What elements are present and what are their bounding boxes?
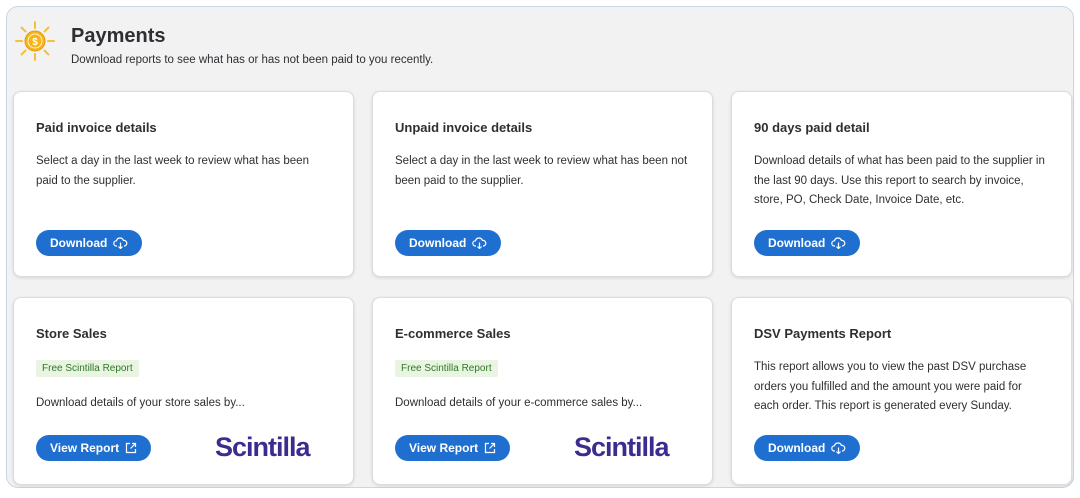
card-dsv-payments: DSV Payments Report This report allows y… — [731, 297, 1072, 485]
download-button[interactable]: Download — [395, 230, 502, 256]
payments-panel: $ Payments Download reports to see what … — [6, 6, 1074, 488]
card-description: Download details of what has been paid t… — [754, 155, 1045, 206]
card-title: Store Sales — [36, 326, 107, 341]
page-subtitle: Download reports to see what has or has … — [71, 54, 434, 66]
cloud-download-icon — [831, 442, 846, 454]
card-description: Download details of your store sales by.… — [36, 397, 245, 409]
view-report-button[interactable]: View Report — [36, 435, 152, 461]
download-button[interactable]: Download — [754, 435, 861, 461]
external-link-icon — [485, 442, 496, 454]
card-title: Unpaid invoice details — [395, 120, 533, 135]
scintilla-logo: Scintilla — [574, 432, 670, 462]
free-report-badge: Free Scintilla Report — [395, 360, 498, 377]
cloud-download-icon — [113, 237, 128, 249]
download-button[interactable]: Download — [754, 230, 861, 256]
card-description: Download details of your e-commerce sale… — [395, 397, 643, 409]
view-report-button[interactable]: View Report — [395, 435, 511, 461]
card-title: 90 days paid detail — [754, 120, 870, 135]
card-title: Paid invoice details — [36, 120, 157, 135]
button-label: View Report — [50, 441, 120, 455]
external-link-icon — [126, 442, 137, 454]
download-button[interactable]: Download — [36, 230, 143, 256]
button-label: Download — [409, 236, 467, 250]
scintilla-logo: Scintilla — [215, 432, 311, 462]
button-label: Download — [768, 441, 826, 455]
cloud-download-icon — [831, 237, 846, 249]
sun-dollar-icon: $ — [15, 21, 55, 61]
free-report-badge: Free Scintilla Report — [36, 360, 139, 377]
button-label: View Report — [409, 441, 479, 455]
button-label: Download — [768, 236, 826, 250]
card-description: Select a day in the last week to review … — [395, 155, 688, 187]
payments-header: $ Payments Download reports to see what … — [7, 7, 1073, 87]
card-title: DSV Payments Report — [754, 326, 892, 341]
card-description: This report allows you to view the past … — [754, 361, 1027, 412]
card-paid-invoice: Paid invoice details Select a day in the… — [13, 91, 354, 277]
card-unpaid-invoice: Unpaid invoice details Select a day in t… — [372, 91, 713, 277]
card-description: Select a day in the last week to review … — [36, 155, 309, 187]
page-title: Payments — [71, 25, 166, 47]
card-90-days-paid: 90 days paid detail Download details of … — [731, 91, 1072, 277]
card-title: E-commerce Sales — [395, 326, 511, 341]
button-label: Download — [50, 236, 108, 250]
card-ecommerce-sales: E-commerce Sales Free Scintilla Report D… — [372, 297, 713, 485]
card-store-sales: Store Sales Free Scintilla Report Downlo… — [13, 297, 354, 485]
cloud-download-icon — [472, 237, 487, 249]
svg-text:$: $ — [32, 37, 38, 48]
